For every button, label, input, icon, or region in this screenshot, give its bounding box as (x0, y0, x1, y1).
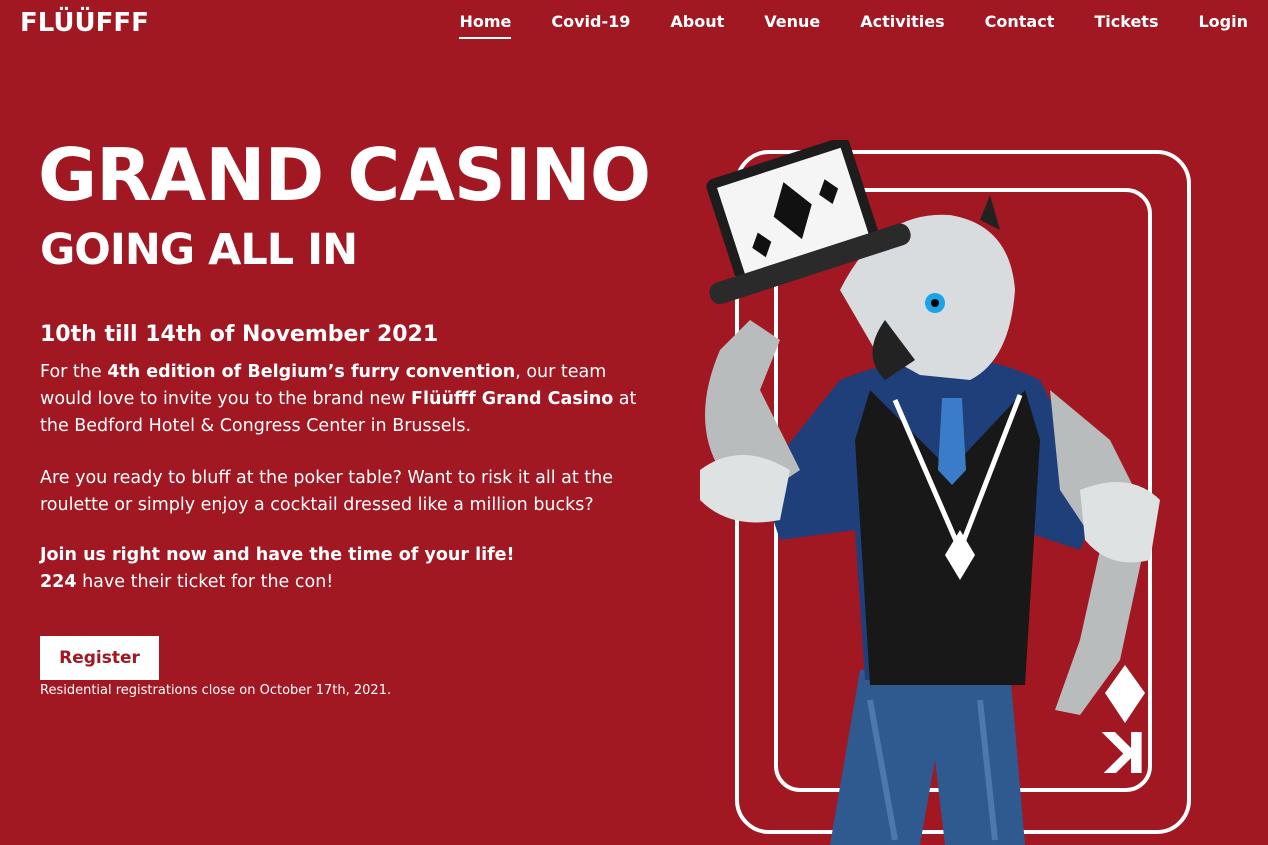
nav-activities[interactable]: Activities (860, 12, 944, 37)
intro-paragraph: For the 4th edition of Belgium’s furry c… (40, 362, 637, 436)
nav-home[interactable]: Home (459, 12, 512, 39)
casino-paragraph: Are you ready to bluff at the poker tabl… (40, 468, 614, 515)
hero-title: GRAND CASINO (38, 133, 651, 217)
page: FLÜÜFFF Home Covid-19 About Venue Activi… (0, 0, 1268, 845)
hero-subtitle: GOING ALL IN (40, 225, 358, 275)
ticket-count: 224 (40, 572, 77, 592)
event-dates: 10th till 14th of November 2021 (40, 322, 439, 347)
king-card-illustration: K (700, 140, 1191, 845)
nav-tickets[interactable]: Tickets (1094, 12, 1158, 37)
registration-note: Residential registrations close on Octob… (40, 683, 392, 698)
register-button[interactable]: Register (40, 636, 159, 680)
site-logo[interactable]: FLÜÜFFF (20, 8, 149, 38)
diamond-suit-icon (1105, 665, 1145, 723)
nav-venue[interactable]: Venue (764, 12, 820, 37)
nav-login[interactable]: Login (1198, 12, 1248, 37)
card-rank: K (1101, 718, 1147, 783)
main-nav: Home Covid-19 About Venue Activities Con… (419, 12, 1248, 39)
nav-about[interactable]: About (670, 12, 724, 37)
nav-contact[interactable]: Contact (985, 12, 1055, 37)
nav-covid-19[interactable]: Covid-19 (551, 12, 630, 37)
join-call-to-action: Join us right now and have the time of y… (40, 545, 515, 565)
join-paragraph: Join us right now and have the time of y… (40, 545, 515, 592)
gryphon-mascot (700, 140, 1160, 845)
